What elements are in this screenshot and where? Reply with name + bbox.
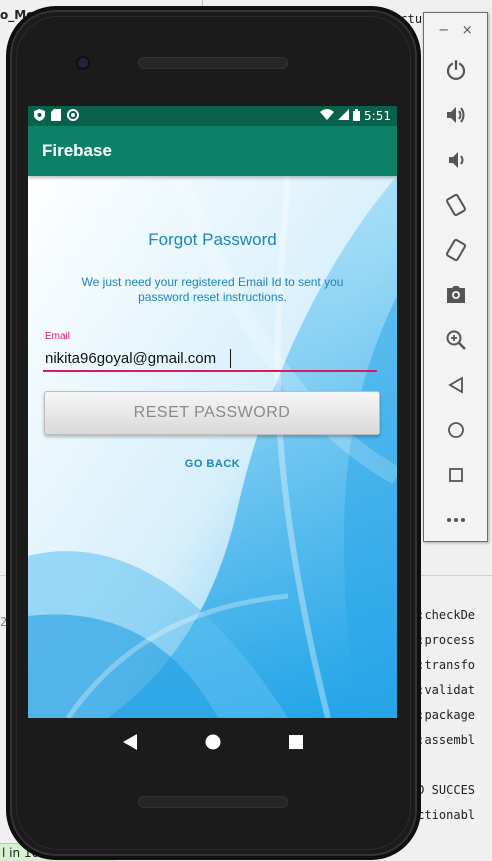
device-screen: 5:51 Firebase Forgot Password We just ne… xyxy=(28,106,397,718)
rotate-left-icon[interactable] xyxy=(424,182,487,227)
volume-up-icon[interactable] xyxy=(424,92,487,137)
page-subtitle: We just need your registered Email Id to… xyxy=(81,275,344,304)
camera-icon[interactable] xyxy=(424,272,487,317)
power-icon[interactable] xyxy=(424,47,487,92)
build-output-line: actionabl xyxy=(410,808,476,822)
reset-password-button[interactable]: RESET PASSWORD xyxy=(44,391,380,435)
navigation-bar xyxy=(28,718,397,766)
email-field[interactable] xyxy=(43,346,377,372)
rotate-right-icon[interactable] xyxy=(424,227,487,272)
shield-icon xyxy=(34,108,45,124)
back-icon[interactable] xyxy=(424,362,487,407)
build-output-line: p:checkDe xyxy=(410,608,476,622)
page-title: Forgot Password xyxy=(148,230,277,249)
app-title: Firebase xyxy=(42,141,112,160)
forgot-password-screen: Forgot Password We just need your regist… xyxy=(28,176,397,718)
battery-icon xyxy=(353,108,361,124)
more-icon[interactable] xyxy=(424,497,487,542)
build-output-line: p:assembl xyxy=(410,733,476,747)
minimize-button[interactable]: − xyxy=(438,23,449,38)
recents-icon[interactable] xyxy=(286,732,306,752)
top-speaker xyxy=(138,57,288,69)
volume-down-icon[interactable] xyxy=(424,137,487,182)
home-icon[interactable] xyxy=(424,407,487,452)
build-output-line: p:process xyxy=(410,633,476,647)
email-label: Email xyxy=(45,331,71,342)
status-time: 5:51 xyxy=(364,109,391,123)
bottom-speaker xyxy=(138,796,288,808)
wifi-icon xyxy=(320,109,335,123)
circle-icon xyxy=(67,108,79,124)
text-cursor xyxy=(230,349,231,368)
close-button[interactable]: × xyxy=(462,23,473,38)
emulator-toolbar: − × xyxy=(423,12,488,542)
build-output-line: LD SUCCES xyxy=(410,783,476,797)
overview-icon[interactable] xyxy=(424,452,487,497)
go-back-link[interactable]: GO BACK xyxy=(28,458,397,470)
back-icon[interactable] xyxy=(120,732,140,752)
home-icon[interactable] xyxy=(203,732,223,752)
status-bar: 5:51 xyxy=(28,106,397,126)
front-camera xyxy=(76,56,90,70)
zoom-icon[interactable] xyxy=(424,317,487,362)
background-wave-art xyxy=(28,176,397,718)
build-output-line: p:validat xyxy=(410,683,476,697)
sd-card-icon xyxy=(51,108,61,124)
app-bar: Firebase xyxy=(28,126,397,176)
signal-icon xyxy=(338,109,350,123)
build-output-line: p:transfo xyxy=(410,658,476,672)
phone-frame: 5:51 Firebase Forgot Password We just ne… xyxy=(10,10,417,856)
build-output-line: p:package xyxy=(410,708,476,722)
